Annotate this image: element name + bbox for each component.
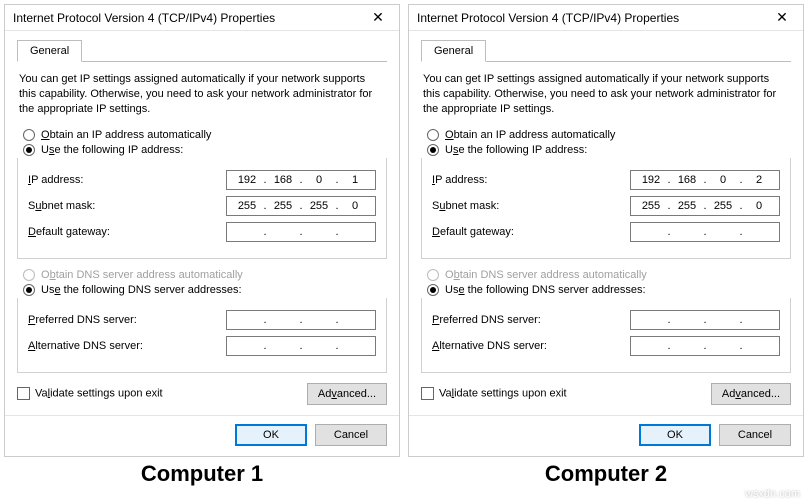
default-gateway-input[interactable]: ... bbox=[630, 222, 780, 242]
close-button[interactable]: ✕ bbox=[767, 9, 797, 26]
cancel-button[interactable]: Cancel bbox=[315, 424, 387, 446]
tab-general[interactable]: General bbox=[17, 40, 82, 62]
label-default-gateway: Default gateway: bbox=[432, 226, 514, 238]
dialog-title: Internet Protocol Version 4 (TCP/IPv4) P… bbox=[13, 11, 275, 25]
advanced-button[interactable]: Advanced... bbox=[711, 383, 791, 405]
dialog-title: Internet Protocol Version 4 (TCP/IPv4) P… bbox=[417, 11, 679, 25]
default-gateway-input[interactable]: ... bbox=[226, 222, 376, 242]
tabstrip: General bbox=[17, 39, 387, 62]
subnet-mask-input[interactable]: 255.255.255.0 bbox=[226, 196, 376, 216]
ip-address-input[interactable]: 192.168.0.1 bbox=[226, 170, 376, 190]
advanced-button[interactable]: Advanced... bbox=[307, 383, 387, 405]
radio-icon bbox=[23, 269, 35, 281]
checkbox-icon bbox=[17, 387, 30, 400]
titlebar: Internet Protocol Version 4 (TCP/IPv4) P… bbox=[409, 5, 803, 31]
ip-settings-group: IP address: 192.168.0.2 Subnet mask: 255… bbox=[421, 158, 791, 259]
dual-dialog-container: Internet Protocol Version 4 (TCP/IPv4) P… bbox=[0, 0, 808, 487]
label-ip-address: IP address: bbox=[28, 174, 83, 186]
dns-settings-group: Preferred DNS server: ... Alternative DN… bbox=[17, 298, 387, 373]
preferred-dns-input[interactable]: ... bbox=[630, 310, 780, 330]
label-subnet-mask: Subnet mask: bbox=[432, 200, 499, 212]
radio-use-ip[interactable]: Use the following IP address: bbox=[427, 144, 791, 156]
dialog-buttons: OK Cancel bbox=[409, 415, 803, 456]
validate-checkbox[interactable]: Validate settings upon exit bbox=[17, 387, 163, 400]
ok-button[interactable]: OK bbox=[639, 424, 711, 446]
panel-caption: Computer 2 bbox=[404, 461, 808, 487]
radio-icon bbox=[427, 144, 439, 156]
validate-checkbox[interactable]: Validate settings upon exit bbox=[421, 387, 567, 400]
radio-icon bbox=[427, 284, 439, 296]
radio-icon bbox=[427, 129, 439, 141]
close-button[interactable]: ✕ bbox=[363, 9, 393, 26]
radio-obtain-dns-auto: Obtain DNS server address automatically bbox=[23, 269, 387, 281]
label-subnet-mask: Subnet mask: bbox=[28, 200, 95, 212]
alternate-dns-input[interactable]: ... bbox=[630, 336, 780, 356]
radio-obtain-ip-auto[interactable]: Obtain an IP address automatically bbox=[23, 129, 387, 141]
label-default-gateway: Default gateway: bbox=[28, 226, 110, 238]
label-alternate-dns: Alternative DNS server: bbox=[432, 340, 547, 352]
panel-computer-1: Internet Protocol Version 4 (TCP/IPv4) P… bbox=[0, 0, 404, 487]
label-ip-address: IP address: bbox=[432, 174, 487, 186]
label-preferred-dns: Preferred DNS server: bbox=[28, 314, 137, 326]
subnet-mask-input[interactable]: 255.255.255.0 bbox=[630, 196, 780, 216]
description-text: You can get IP settings assigned automat… bbox=[423, 72, 789, 117]
dialog-buttons: OK Cancel bbox=[5, 415, 399, 456]
panel-computer-2: Internet Protocol Version 4 (TCP/IPv4) P… bbox=[404, 0, 808, 487]
cancel-button[interactable]: Cancel bbox=[719, 424, 791, 446]
radio-use-dns[interactable]: Use the following DNS server addresses: bbox=[23, 284, 387, 296]
titlebar: Internet Protocol Version 4 (TCP/IPv4) P… bbox=[5, 5, 399, 31]
radio-obtain-ip-auto[interactable]: Obtain an IP address automatically bbox=[427, 129, 791, 141]
tabstrip: General bbox=[421, 39, 791, 62]
ip-settings-group: IP address: 192.168.0.1 Subnet mask: 255… bbox=[17, 158, 387, 259]
radio-obtain-dns-auto: Obtain DNS server address automatically bbox=[427, 269, 791, 281]
description-text: You can get IP settings assigned automat… bbox=[19, 72, 385, 117]
radio-use-dns[interactable]: Use the following DNS server addresses: bbox=[427, 284, 791, 296]
radio-use-ip[interactable]: Use the following IP address: bbox=[23, 144, 387, 156]
dns-settings-group: Preferred DNS server: ... Alternative DN… bbox=[421, 298, 791, 373]
label-preferred-dns: Preferred DNS server: bbox=[432, 314, 541, 326]
tab-general[interactable]: General bbox=[421, 40, 486, 62]
panel-caption: Computer 1 bbox=[0, 461, 404, 487]
watermark-text: wsxdn.com bbox=[745, 488, 800, 500]
ip-address-input[interactable]: 192.168.0.2 bbox=[630, 170, 780, 190]
ipv4-properties-dialog: Internet Protocol Version 4 (TCP/IPv4) P… bbox=[4, 4, 400, 457]
label-alternate-dns: Alternative DNS server: bbox=[28, 340, 143, 352]
alternate-dns-input[interactable]: ... bbox=[226, 336, 376, 356]
ipv4-properties-dialog: Internet Protocol Version 4 (TCP/IPv4) P… bbox=[408, 4, 804, 457]
ok-button[interactable]: OK bbox=[235, 424, 307, 446]
preferred-dns-input[interactable]: ... bbox=[226, 310, 376, 330]
radio-icon bbox=[23, 129, 35, 141]
radio-icon bbox=[23, 144, 35, 156]
radio-icon bbox=[427, 269, 439, 281]
radio-icon bbox=[23, 284, 35, 296]
checkbox-icon bbox=[421, 387, 434, 400]
